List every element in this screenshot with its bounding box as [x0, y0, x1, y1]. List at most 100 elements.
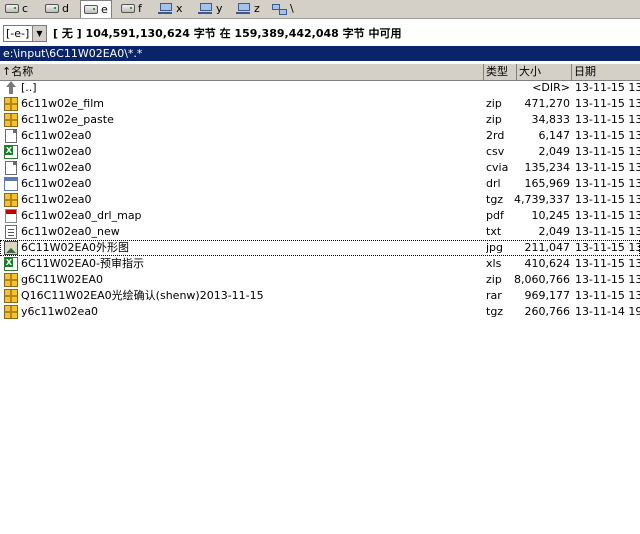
file-size: <DIR>	[532, 81, 570, 94]
archive-icon	[4, 273, 18, 287]
file-size: 410,624	[524, 257, 571, 270]
file-icon-cell	[4, 241, 19, 255]
file-date: 13-11-15 13	[575, 289, 640, 302]
drive-letter: f	[138, 2, 142, 15]
file-icon-cell	[4, 273, 19, 287]
network-drive-icon	[157, 2, 173, 15]
file-date: 13-11-15 13	[575, 145, 640, 158]
drive-info-line: [-e-] ▼ [ 无 ] 104,591,130,624 字节 在 159,3…	[0, 23, 640, 43]
chevron-down-icon[interactable]: ▼	[32, 25, 46, 41]
column-ext[interactable]: 类型	[484, 64, 517, 80]
archive-icon	[4, 193, 18, 207]
file-name: 6c11w02ea0	[21, 161, 92, 174]
file-name: 6c11w02ea0	[21, 193, 92, 206]
current-path[interactable]: e:\input\6C11W02EA0\*.*	[0, 46, 640, 61]
file-row[interactable]: 6c11w02e_paste zip 34,833 13-11-15 13	[0, 112, 640, 128]
drive-icon	[84, 5, 98, 14]
file-row[interactable]: 6c11w02ea0 tgz 4,739,337 13-11-15 13	[0, 192, 640, 208]
file-row[interactable]: 6c11w02ea0_new txt 2,049 13-11-15 13	[0, 224, 640, 240]
file-list: [..] <DIR> 13-11-15 13 6c11w02e_film zip 471,…	[0, 80, 640, 320]
file-row[interactable]: 6c11w02ea0 cvia 135,234 13-11-15 13	[0, 160, 640, 176]
drive-tab-d[interactable]: d	[42, 0, 72, 17]
image-icon	[4, 241, 18, 255]
file-row[interactable]: Q16C11W02EA0光绘确认(shenw)2013-11-15 rar 969,…	[0, 288, 640, 304]
drive-select[interactable]: [-e-] ▼	[3, 24, 47, 42]
file-row[interactable]: 6c11w02ea0_drl_map pdf 10,245 13-11-15 13	[0, 208, 640, 224]
drive-bar: c d e f x y z \	[0, 0, 640, 19]
up-folder-icon	[4, 81, 18, 95]
column-header: ↑名称 类型 大小 日期	[0, 63, 640, 81]
file-size: 2,049	[538, 145, 571, 158]
file-size: 471,270	[524, 97, 571, 110]
column-date[interactable]: 日期	[572, 64, 640, 80]
file-size: 135,234	[524, 161, 571, 174]
file-name: 6c11w02ea0	[21, 145, 92, 158]
file-size: 34,833	[531, 113, 571, 126]
file-row[interactable]: [..] <DIR> 13-11-15 13	[0, 80, 640, 96]
file-row[interactable]: 6c11w02e_film zip 471,270 13-11-15 13	[0, 96, 640, 112]
file-name: 6c11w02ea0_drl_map	[21, 209, 142, 222]
file-row[interactable]: y6c11w02ea0 tgz 260,766 13-11-14 19	[0, 304, 640, 320]
drive-letter: e	[101, 3, 108, 16]
column-name[interactable]: ↑名称	[0, 64, 484, 80]
drive-letter: y	[216, 2, 223, 15]
drive-letter: z	[254, 2, 260, 15]
file-icon	[5, 129, 17, 143]
file-icon-cell	[4, 177, 19, 191]
archive-icon	[4, 305, 18, 319]
drive-tab-x[interactable]: x	[154, 0, 186, 17]
drive-icon	[45, 4, 59, 13]
file-size: 211,047	[524, 241, 571, 254]
file-date: 13-11-15 13	[575, 177, 640, 190]
spreadsheet-icon	[4, 145, 18, 159]
file-icon-cell	[4, 209, 19, 223]
file-date: 13-11-15 13	[575, 193, 640, 206]
file-date: 13-11-15 13	[575, 129, 640, 142]
file-name: y6c11w02ea0	[21, 305, 99, 318]
file-name: 6c11w02e_film	[21, 97, 105, 110]
file-date: 13-11-15 13	[575, 241, 640, 254]
file-row[interactable]: g6C11W02EA0 zip 8,060,766 13-11-15 13	[0, 272, 640, 288]
drive-tab-root[interactable]: \	[268, 0, 297, 17]
drive-letter: x	[176, 2, 183, 15]
file-icon-cell	[4, 161, 19, 175]
file-date: 13-11-15 13	[575, 161, 640, 174]
file-row[interactable]: 6c11w02ea0csv2,04913-11-15 13	[0, 144, 640, 160]
archive-icon	[4, 289, 18, 303]
file-date: 13-11-15 13	[575, 225, 640, 238]
file-icon-cell	[4, 113, 19, 127]
file-row[interactable]: 6c11w02ea0 2rd 6,147 13-11-15 13	[0, 128, 640, 144]
file-size: 2,049	[538, 225, 571, 238]
pdf-icon	[5, 209, 17, 223]
column-size[interactable]: 大小	[517, 64, 572, 80]
file-icon-cell	[4, 145, 19, 159]
file-name: 6C11W02EA0-预审指示	[21, 257, 144, 270]
text-file-icon	[5, 225, 17, 239]
drive-tab-z[interactable]: z	[232, 0, 263, 17]
file-row[interactable]: 6C11W02EA0-预审指示xls410,62413-11-15 13	[0, 256, 640, 272]
drive-tab-f[interactable]: f	[118, 0, 145, 17]
file-name: g6C11W02EA0	[21, 273, 104, 286]
drive-tab-c[interactable]: c	[2, 0, 31, 17]
file-row[interactable]: 6c11w02ea0 drl 165,969 13-11-15 13	[0, 176, 640, 192]
file-size: 8,060,766	[514, 273, 570, 286]
file-row[interactable]: 6C11W02EA0外形图 jpg 211,047 13-11-15 13	[0, 240, 640, 256]
file-icon-cell	[4, 305, 19, 319]
file-icon-cell	[4, 97, 19, 111]
file-name: 6c11w02ea0	[21, 177, 92, 190]
drive-tab-e[interactable]: e	[80, 0, 112, 18]
file-icon-cell	[4, 257, 19, 271]
drive-letter: c	[22, 2, 29, 15]
network-root-icon	[271, 3, 287, 15]
file-name: 6C11W02EA0外形图	[21, 241, 130, 254]
file-name: 6c11w02ea0	[21, 129, 92, 142]
file-icon-cell	[4, 129, 19, 143]
archive-icon	[4, 97, 18, 111]
file-size: 10,245	[531, 209, 571, 222]
file-name: 6c11w02ea0_new	[21, 225, 120, 238]
file-date: 13-11-15 13	[575, 113, 640, 126]
file-name: 6c11w02e_paste	[21, 113, 114, 126]
network-drive-icon	[235, 2, 251, 15]
drive-tab-y[interactable]: y	[194, 0, 226, 17]
drive-icon	[121, 4, 135, 13]
